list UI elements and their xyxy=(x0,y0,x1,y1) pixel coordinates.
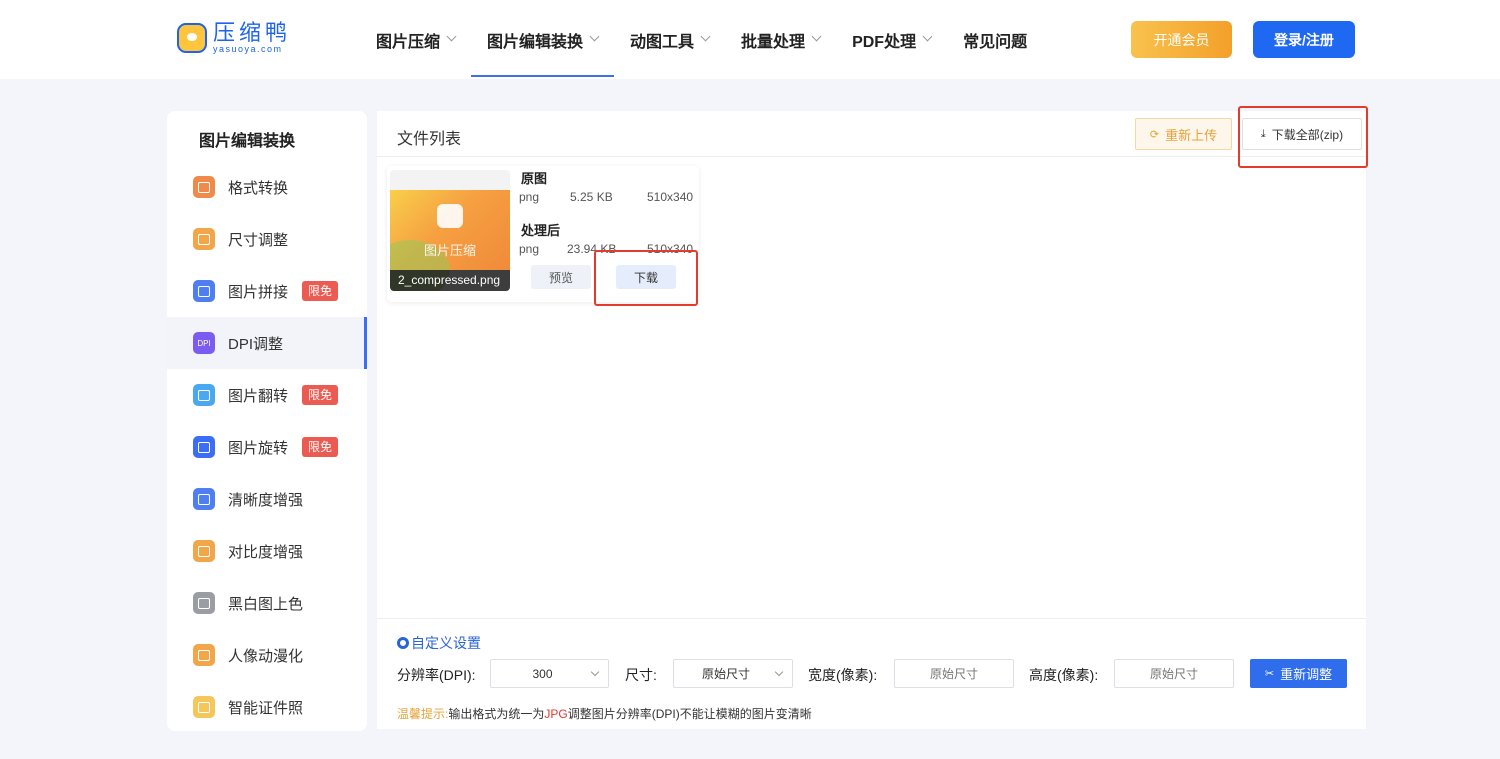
nav-batch[interactable]: 批量处理 xyxy=(725,0,836,79)
dpi-icon: DPI xyxy=(193,332,215,354)
free-badge: 限免 xyxy=(302,281,339,301)
dpi-label: 分辨率(DPI): xyxy=(397,667,476,683)
nav-image-compress[interactable]: 图片压缩 xyxy=(360,0,471,79)
scissors-icon: ✂ xyxy=(1264,668,1275,680)
logo-title: 压缩鸭 xyxy=(213,20,292,45)
chevron-down-icon xyxy=(922,31,933,42)
collage-icon xyxy=(193,280,215,302)
height-input[interactable] xyxy=(1114,659,1234,688)
file-list-header: 文件列表 ⟳ 重新上传 ⤓ 下载全部(zip) xyxy=(377,111,1366,157)
image-icon xyxy=(437,204,463,228)
height-label: 高度(像素): xyxy=(1029,667,1099,683)
sidebar-item-resize[interactable]: 尺寸调整 xyxy=(167,213,367,265)
chevron-down-icon xyxy=(811,31,822,42)
chevron-down-icon xyxy=(590,667,600,677)
rotate-icon xyxy=(193,436,215,458)
nav-faq[interactable]: 常见问题 xyxy=(947,0,1043,79)
sidebar-item-collage[interactable]: 图片拼接 限免 xyxy=(167,265,367,317)
gear-icon xyxy=(397,637,409,649)
original-format: png xyxy=(519,190,540,204)
vip-button[interactable]: 开通会员 xyxy=(1131,21,1232,58)
reupload-button[interactable]: ⟳ 重新上传 xyxy=(1135,118,1232,150)
sidebar-item-rotate[interactable]: 图片旋转 限免 xyxy=(167,421,367,473)
sidebar-item-anime[interactable]: 人像动漫化 xyxy=(167,629,367,681)
width-label: 宽度(像素): xyxy=(808,667,878,683)
original-size: 5.25 KB xyxy=(570,190,613,204)
dpi-select[interactable]: 300 xyxy=(490,659,609,688)
colorize-icon xyxy=(193,592,215,614)
nav-pdf[interactable]: PDF处理 xyxy=(836,0,947,79)
processed-label: 处理后 xyxy=(521,223,561,238)
sidebar-item-format-convert[interactable]: 格式转换 xyxy=(167,161,367,213)
file-thumbnail[interactable]: 图片压缩 2_compressed.png xyxy=(390,170,510,291)
file-name: 2_compressed.png xyxy=(390,270,510,291)
free-badge: 限免 xyxy=(302,385,339,405)
sidebar: 图片编辑装换 格式转换 尺寸调整 图片拼接 限免 DPI DPI调整 图片翻转 限… xyxy=(167,111,367,731)
highlight-download xyxy=(594,250,698,306)
file-list-panel: 文件列表 ⟳ 重新上传 ⤓ 下载全部(zip) 图片压缩 2_compressed.… xyxy=(377,111,1366,729)
logo-domain: yasuoya.com xyxy=(213,44,283,54)
contrast-icon xyxy=(193,540,215,562)
original-dims: 510x340 xyxy=(647,190,694,204)
format-convert-icon xyxy=(193,176,215,198)
free-badge: 限免 xyxy=(302,437,339,457)
chevron-down-icon xyxy=(589,31,600,42)
top-header: 压缩鸭 yasuoya.com 图片压缩 图片编辑装换 动图工具 批量处理 PD… xyxy=(0,0,1500,79)
login-button[interactable]: 登录/注册 xyxy=(1253,21,1355,58)
duck-logo-icon xyxy=(177,23,207,53)
sidebar-item-id-photo[interactable]: 智能证件照 xyxy=(167,681,367,731)
flip-icon xyxy=(193,384,215,406)
sidebar-title: 图片编辑装换 xyxy=(199,133,296,150)
custom-settings-title: 自定义设置 xyxy=(397,633,481,653)
chevron-down-icon xyxy=(446,31,457,42)
sidebar-item-sharpen[interactable]: 清晰度增强 xyxy=(167,473,367,525)
anime-icon xyxy=(193,644,215,666)
original-label: 原图 xyxy=(521,171,548,186)
id-photo-icon xyxy=(193,696,215,718)
chevron-down-icon xyxy=(700,31,711,42)
main-nav: 图片压缩 图片编辑装换 动图工具 批量处理 PDF处理 常见问题 xyxy=(360,0,1043,79)
thumbnail-image: 图片压缩 xyxy=(390,190,510,291)
custom-settings: 自定义设置 分辨率(DPI): 300 尺寸: 原始尺寸 宽度(像素): 高度(… xyxy=(377,618,1366,729)
sidebar-item-dpi[interactable]: DPI DPI调整 xyxy=(167,317,367,369)
chevron-down-icon xyxy=(774,667,784,677)
file-list-title: 文件列表 xyxy=(397,131,462,148)
processed-format: png xyxy=(519,242,540,256)
size-select[interactable]: 原始尺寸 xyxy=(673,659,793,688)
tip-text: 温馨提示:输出格式为统一为JPG调整图片分辨率(DPI)不能让模糊的图片变清晰 xyxy=(397,707,812,721)
hd-icon xyxy=(193,488,215,510)
readjust-button[interactable]: ✂ 重新调整 xyxy=(1250,659,1347,688)
site-logo[interactable]: 压缩鸭 yasuoya.com xyxy=(177,22,291,54)
nav-gif-tools[interactable]: 动图工具 xyxy=(614,0,725,79)
refresh-icon: ⟳ xyxy=(1149,128,1160,141)
width-input[interactable] xyxy=(894,659,1014,688)
sidebar-item-colorize[interactable]: 黑白图上色 xyxy=(167,577,367,629)
highlight-download-all xyxy=(1238,106,1368,168)
crop-icon xyxy=(193,228,215,250)
nav-image-edit[interactable]: 图片编辑装换 xyxy=(471,0,615,79)
preview-button[interactable]: 预览 xyxy=(531,265,591,289)
sidebar-item-contrast[interactable]: 对比度增强 xyxy=(167,525,367,577)
sidebar-item-flip[interactable]: 图片翻转 限免 xyxy=(167,369,367,421)
size-label: 尺寸: xyxy=(625,667,657,683)
